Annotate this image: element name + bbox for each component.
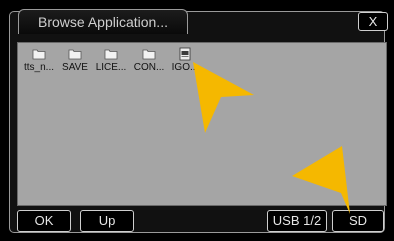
pointer-arrow-icon xyxy=(292,146,350,214)
app-frame: Browse Application... X tts_n... SAVE LI… xyxy=(0,0,394,241)
